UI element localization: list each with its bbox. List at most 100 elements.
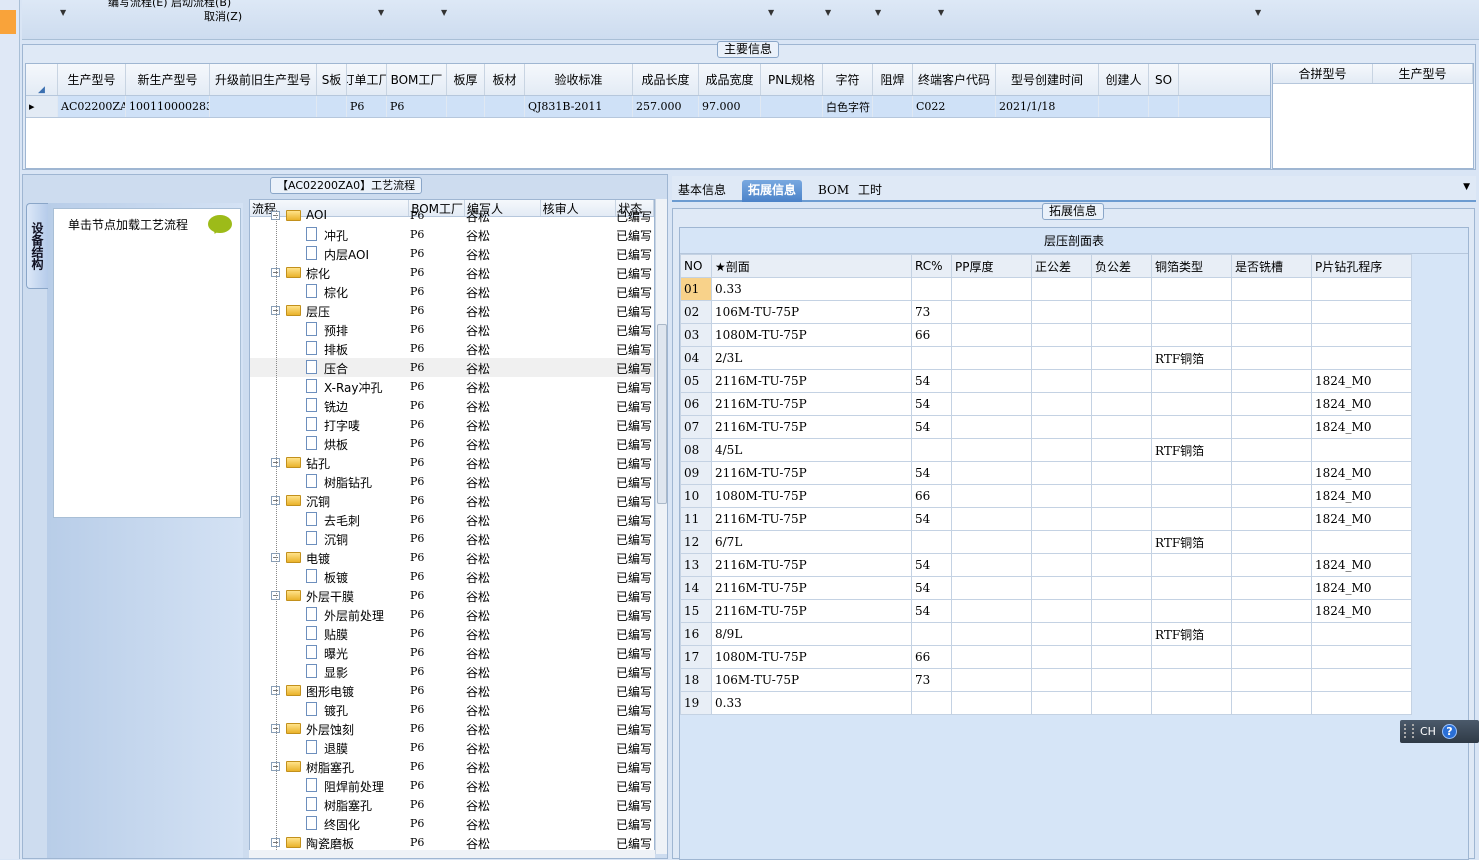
table-cell[interactable] <box>1091 668 1152 692</box>
table-cell[interactable]: 1824_M0 <box>1311 553 1412 577</box>
table-cell[interactable] <box>1231 461 1312 485</box>
table-cell[interactable]: 2/3L <box>711 346 912 370</box>
table-cell[interactable] <box>1231 553 1312 577</box>
column-header[interactable]: ★剖面 <box>711 254 912 278</box>
tree-node-label[interactable]: 层压 <box>306 303 330 320</box>
table-cell[interactable] <box>1031 599 1092 623</box>
table-cell[interactable] <box>1031 530 1092 554</box>
table-cell[interactable] <box>1151 415 1232 439</box>
tree-node[interactable]: − 钻孔 P6 谷松 已编写 <box>250 453 654 472</box>
tree-node-label[interactable]: 树脂塞孔 <box>306 759 354 776</box>
table-row[interactable]: 14 2116M-TU-75P 54 1824_M0 <box>680 576 1412 600</box>
table-cell[interactable] <box>1231 507 1312 531</box>
table-cell[interactable] <box>1231 438 1312 462</box>
column-header[interactable]: PNL规格 <box>761 64 823 95</box>
tree-node[interactable]: 镀孔 P6 谷松 已编写 <box>250 700 654 719</box>
column-header[interactable]: 板材 <box>485 64 525 95</box>
table-row[interactable]: 17 1080M-TU-75P 66 <box>680 645 1412 669</box>
table-row[interactable]: 10 1080M-TU-75P 66 1824_M0 <box>680 484 1412 508</box>
table-cell[interactable] <box>951 622 1032 646</box>
table-cell[interactable] <box>1031 691 1092 715</box>
tree-node[interactable]: 去毛刺 P6 谷松 已编写 <box>250 510 654 529</box>
table-cell[interactable] <box>1091 484 1152 508</box>
table-cell[interactable] <box>1091 323 1152 347</box>
table-cell[interactable]: RTF铜箔 <box>1151 530 1232 554</box>
column-header[interactable]: P片钻孔程序 <box>1311 254 1412 278</box>
table-row[interactable]: 18 106M-TU-75P 73 <box>680 668 1412 692</box>
table-cell[interactable]: P6 <box>387 96 447 117</box>
table-cell[interactable]: C022 <box>913 96 996 117</box>
tree-node[interactable]: 外层前处理 P6 谷松 已编写 <box>250 605 654 624</box>
table-cell[interactable] <box>911 346 952 370</box>
table-cell[interactable]: 54 <box>911 576 952 600</box>
table-cell[interactable]: 54 <box>911 507 952 531</box>
tree-node[interactable]: X-Ray冲孔 P6 谷松 已编写 <box>250 377 654 396</box>
table-row[interactable]: 15 2116M-TU-75P 54 1824_M0 <box>680 599 1412 623</box>
table-cell[interactable]: 54 <box>911 553 952 577</box>
table-cell[interactable] <box>1031 323 1092 347</box>
tree-node-label[interactable]: 电镀 <box>306 550 330 567</box>
table-cell[interactable] <box>1031 484 1092 508</box>
tree-node[interactable]: 显影 P6 谷松 已编写 <box>250 662 654 681</box>
tree-node[interactable]: 压合 P6 谷松 已编写 <box>250 358 654 377</box>
table-cell[interactable] <box>1231 415 1312 439</box>
tree-node-label[interactable]: 棕化 <box>306 265 330 282</box>
table-cell[interactable] <box>1311 277 1412 301</box>
table-cell[interactable]: P6 <box>347 96 387 117</box>
table-cell[interactable] <box>951 645 1032 669</box>
table-cell[interactable]: 2116M-TU-75P <box>711 576 912 600</box>
tree-node[interactable]: − 棕化 P6 谷松 已编写 <box>250 263 654 282</box>
table-cell[interactable] <box>1231 691 1312 715</box>
tree-node[interactable]: 阻焊前处理 P6 谷松 已编写 <box>250 776 654 795</box>
table-cell[interactable] <box>1091 346 1152 370</box>
table-cell[interactable] <box>911 691 952 715</box>
tree-node[interactable]: − 树脂塞孔 P6 谷松 已编写 <box>250 757 654 776</box>
table-cell[interactable]: 1080M-TU-75P <box>711 323 912 347</box>
table-cell[interactable] <box>1311 668 1412 692</box>
tree-node-label[interactable]: 显影 <box>324 664 348 681</box>
table-cell[interactable] <box>1091 392 1152 416</box>
table-cell[interactable] <box>1311 438 1412 462</box>
table-row[interactable]: 06 2116M-TU-75P 54 1824_M0 <box>680 392 1412 416</box>
table-cell[interactable]: 54 <box>911 461 952 485</box>
tree-node[interactable]: 板镀 P6 谷松 已编写 <box>250 567 654 586</box>
table-cell[interactable]: 54 <box>911 392 952 416</box>
table-cell[interactable] <box>951 300 1032 324</box>
table-cell[interactable] <box>1031 668 1092 692</box>
tree-node-label[interactable]: AOI <box>306 208 327 222</box>
table-cell[interactable] <box>1031 553 1092 577</box>
tree-node-label[interactable]: 贴膜 <box>324 626 348 643</box>
table-cell[interactable] <box>1151 576 1232 600</box>
table-cell[interactable] <box>951 323 1032 347</box>
table-cell[interactable] <box>951 668 1032 692</box>
table-cell[interactable] <box>951 484 1032 508</box>
table-cell[interactable] <box>1311 346 1412 370</box>
tree-node-label[interactable]: 树脂钻孔 <box>324 474 372 491</box>
table-row[interactable]: 02 106M-TU-75P 73 <box>680 300 1412 324</box>
tab-extended-info[interactable]: 拓展信息 <box>742 180 803 202</box>
table-cell[interactable] <box>1151 507 1232 531</box>
table-cell[interactable] <box>1031 461 1092 485</box>
table-cell[interactable] <box>1099 96 1149 117</box>
tree-node-label[interactable]: 退膜 <box>324 740 348 757</box>
tree-node-label[interactable]: X-Ray冲孔 <box>324 379 382 396</box>
tree-node[interactable]: 贴膜 P6 谷松 已编写 <box>250 624 654 643</box>
column-header[interactable]: S板 <box>317 64 347 95</box>
tree-node[interactable]: − 沉铜 P6 谷松 已编写 <box>250 491 654 510</box>
table-cell[interactable] <box>317 96 347 117</box>
table-cell[interactable]: 1824_M0 <box>1311 415 1412 439</box>
table-cell[interactable] <box>1311 622 1412 646</box>
table-cell[interactable]: 97.000 <box>699 96 761 117</box>
tree-node[interactable]: − 电镀 P6 谷松 已编写 <box>250 548 654 567</box>
table-cell[interactable]: 1824_M0 <box>1311 599 1412 623</box>
table-cell[interactable] <box>951 576 1032 600</box>
tree-node-label[interactable]: 内层AOI <box>324 246 369 263</box>
table-cell[interactable] <box>951 691 1032 715</box>
table-cell[interactable] <box>1151 392 1232 416</box>
column-header[interactable]: 创建人 <box>1099 64 1149 95</box>
table-cell[interactable] <box>1091 369 1152 393</box>
table-cell[interactable] <box>1031 438 1092 462</box>
column-header[interactable]: 成品长度 <box>633 64 699 95</box>
table-cell[interactable] <box>210 96 317 117</box>
table-cell[interactable] <box>761 96 823 117</box>
